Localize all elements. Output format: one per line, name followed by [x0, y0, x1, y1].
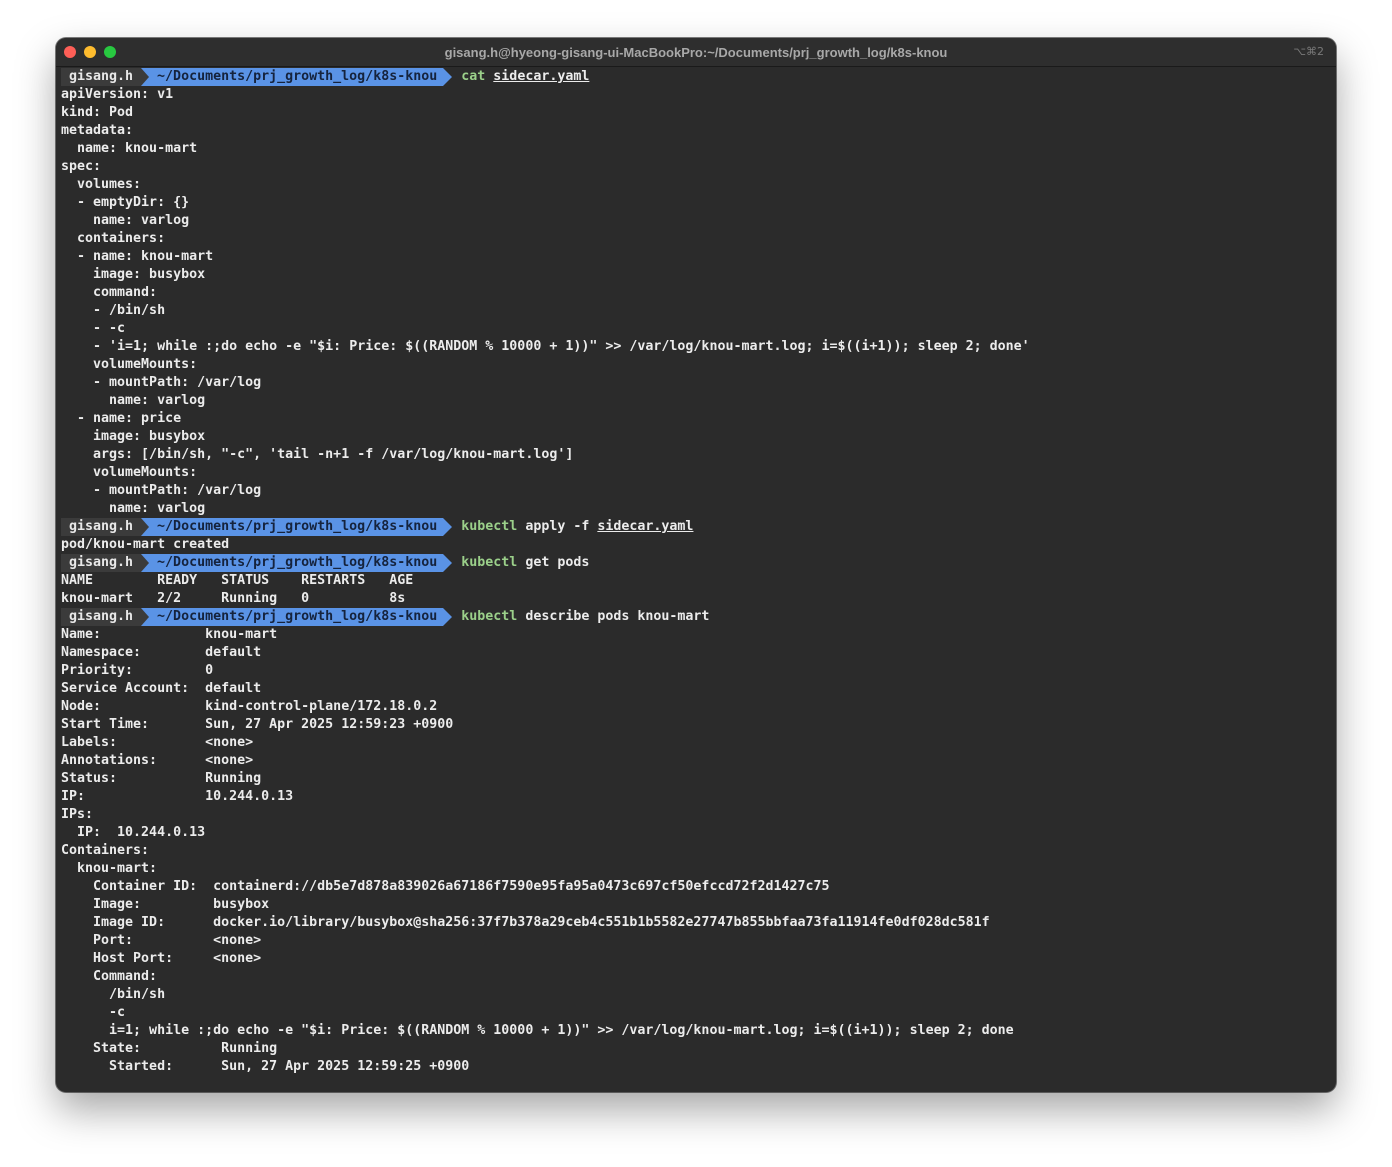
prompt-line: gisang.h ~/Documents/prj_growth_log/k8s-k… — [61, 68, 1331, 86]
prompt-path: ~/Documents/prj_growth_log/k8s-knou — [141, 518, 453, 536]
output-line: knou-mart 2/2 Running 0 8s — [61, 591, 406, 606]
output-line: name: varlog — [61, 213, 190, 228]
title-bar[interactable]: gisang.h@hyeong-gisang-ui-MacBookPro:~/D… — [56, 38, 1336, 67]
output-line: image: busybox — [61, 429, 206, 444]
output-line: name: varlog — [61, 393, 206, 408]
output-line: metadata: — [61, 123, 134, 138]
output-line: Start Time: Sun, 27 Apr 2025 12:59:23 +0… — [61, 717, 454, 732]
output-line: Started: Sun, 27 Apr 2025 12:59:25 +0900 — [61, 1059, 470, 1074]
zoom-button[interactable] — [104, 46, 116, 58]
command-args: get pods — [525, 555, 590, 570]
window-controls — [64, 46, 116, 58]
output-line: spec: — [61, 159, 102, 174]
output-line: Service Account: default — [61, 681, 262, 696]
output-line: image: busybox — [61, 267, 206, 282]
command-file-arg: sidecar.yaml — [597, 519, 694, 534]
output-line: name: knou-mart — [61, 141, 198, 156]
prompt-user: gisang.h — [61, 518, 150, 536]
prompt-path: ~/Documents/prj_growth_log/k8s-knou — [141, 68, 453, 86]
output-line: Container ID: containerd://db5e7d878a839… — [61, 879, 830, 894]
output-line: - mountPath: /var/log — [61, 375, 262, 390]
output-line: Node: kind-control-plane/172.18.0.2 — [61, 699, 438, 714]
prompt-line: gisang.h ~/Documents/prj_growth_log/k8s-k… — [61, 554, 1331, 572]
output-line: -c — [61, 1005, 126, 1020]
tab-shortcut: ⌥⌘2 — [1293, 45, 1324, 58]
output-line: Priority: 0 — [61, 663, 214, 678]
get-pods-output: NAME READY STATUS RESTARTS AGE knou-mart … — [61, 572, 1331, 608]
output-line: kind: Pod — [61, 105, 134, 120]
prompt-path: ~/Documents/prj_growth_log/k8s-knou — [141, 608, 453, 626]
prompt-user: gisang.h — [61, 554, 150, 572]
command-args: apply -f — [525, 519, 598, 534]
output-line: pod/knou-mart created — [61, 537, 230, 552]
output-line: volumeMounts: — [61, 357, 198, 372]
command-name: kubectl — [461, 555, 518, 570]
prompt-line: gisang.h ~/Documents/prj_growth_log/k8s-k… — [61, 608, 1331, 626]
output-line: Status: Running — [61, 771, 262, 786]
terminal-window: gisang.h@hyeong-gisang-ui-MacBookPro:~/D… — [56, 38, 1336, 1092]
output-line: - name: knou-mart — [61, 249, 214, 264]
output-line: Annotations: <none> — [61, 753, 254, 768]
output-line: command: — [61, 285, 158, 300]
output-line: NAME READY STATUS RESTARTS AGE — [61, 573, 414, 588]
output-line: Namespace: default — [61, 645, 262, 660]
output-line: IP: 10.244.0.13 — [61, 789, 294, 804]
minimize-button[interactable] — [84, 46, 96, 58]
output-line: i=1; while :;do echo -e "$i: Price: $((R… — [61, 1023, 1014, 1038]
output-line: volumeMounts: — [61, 465, 198, 480]
output-line: Command: — [61, 969, 158, 984]
output-line: args: [/bin/sh, "-c", 'tail -n+1 -f /var… — [61, 447, 574, 462]
describe-output: Name: knou-mart Namespace: default Priorit… — [61, 626, 1331, 1076]
output-line: Port: <none> — [61, 933, 262, 948]
output-line: Image: busybox — [61, 897, 270, 912]
output-line: apiVersion: v1 — [61, 87, 174, 102]
yaml-output: apiVersion: v1 kind: Pod metadata: name: k… — [61, 86, 1331, 518]
output-line: - /bin/sh — [61, 303, 166, 318]
prompt-user: gisang.h — [61, 68, 150, 86]
command-name: cat — [461, 69, 486, 84]
output-line: knou-mart: — [61, 861, 158, 876]
command-args: describe pods knou-mart — [525, 609, 710, 624]
output-line: Host Port: <none> — [61, 951, 262, 966]
output-line: - -c — [61, 321, 126, 336]
terminal-content[interactable]: gisang.h ~/Documents/prj_growth_log/k8s-k… — [61, 68, 1331, 1092]
output-line: IPs: — [61, 807, 94, 822]
window-title: gisang.h@hyeong-gisang-ui-MacBookPro:~/D… — [444, 44, 948, 60]
output-line: - emptyDir: {} — [61, 195, 190, 210]
prompt-line: gisang.h ~/Documents/prj_growth_log/k8s-k… — [61, 518, 1331, 536]
output-line: name: varlog — [61, 501, 206, 516]
command-name: kubectl — [461, 609, 518, 624]
output-line: State: Running — [61, 1041, 278, 1056]
prompt-path: ~/Documents/prj_growth_log/k8s-knou — [141, 554, 453, 572]
command-file-arg: sidecar.yaml — [493, 69, 590, 84]
output-line: - name: price — [61, 411, 182, 426]
output-line: IP: 10.244.0.13 — [61, 825, 206, 840]
output-line: Labels: <none> — [61, 735, 254, 750]
prompt-user: gisang.h — [61, 608, 150, 626]
output-line: /bin/sh — [61, 987, 166, 1002]
output-line: Name: knou-mart — [61, 627, 278, 642]
output-line: Containers: — [61, 843, 150, 858]
output-line: containers: — [61, 231, 166, 246]
output-line: Image ID: docker.io/library/busybox@sha2… — [61, 915, 990, 930]
close-button[interactable] — [64, 46, 76, 58]
command-name: kubectl — [461, 519, 518, 534]
apply-output: pod/knou-mart created — [61, 536, 1331, 554]
output-line: - mountPath: /var/log — [61, 483, 262, 498]
output-line: volumes: — [61, 177, 142, 192]
output-line: - 'i=1; while :;do echo -e "$i: Price: $… — [61, 339, 1030, 354]
